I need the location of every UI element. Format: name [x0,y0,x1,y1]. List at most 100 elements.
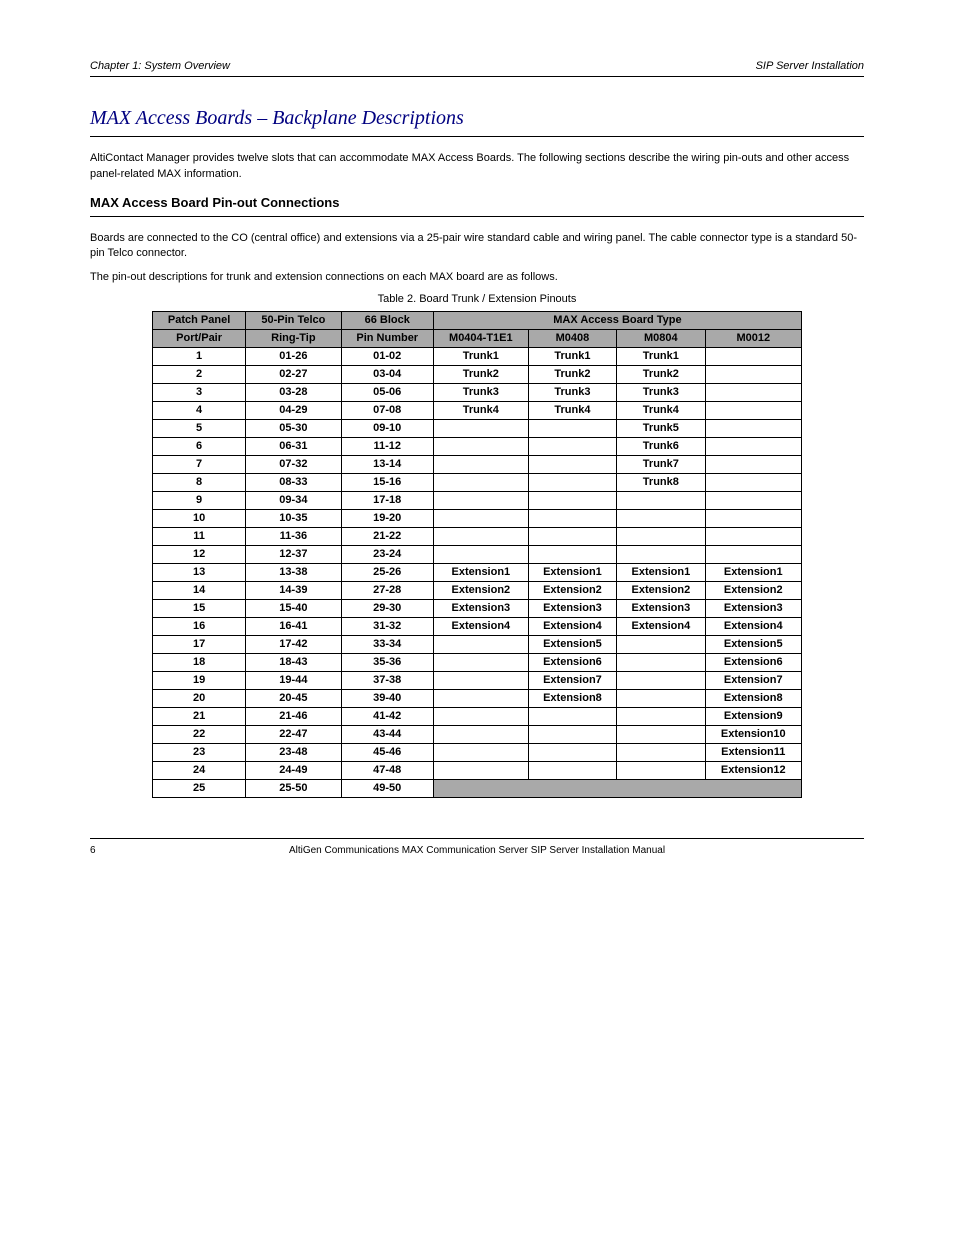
section-rule [90,136,864,137]
table-cell: 15 [153,600,246,618]
table-row: 909-3417-18 [153,492,802,510]
table-row: 1010-3519-20 [153,510,802,528]
table-cell [705,528,801,546]
table-cell: 45-46 [341,744,433,762]
table-cell [433,546,528,564]
header-left: Chapter 1: System Overview [90,60,230,72]
table-row: 2525-5049-50 [153,780,802,798]
table-row: 808-3315-16Trunk8 [153,474,802,492]
table-cell: 09-34 [246,492,341,510]
table-cell: 17-42 [246,636,341,654]
table-cell [705,456,801,474]
table-cell [705,384,801,402]
table-cell: 23 [153,744,246,762]
table-cell: Trunk7 [617,456,705,474]
page-footer: 6 AltiGen Communications MAX Communicati… [90,845,864,856]
table-cell: 27-28 [341,582,433,600]
table-cell [433,744,528,762]
table-cell: Trunk4 [433,402,528,420]
table-cell: 25-50 [246,780,341,798]
section-title: MAX Access Boards – Backplane Descriptio… [90,107,864,130]
th-port: Port/Pair [153,330,246,348]
table-cell [705,420,801,438]
table-cell: 10-35 [246,510,341,528]
table-cell: 04-29 [246,402,341,420]
table-cell: Extension9 [705,708,801,726]
table-cell: Extension4 [528,618,616,636]
table-cell: 12 [153,546,246,564]
table-cell: Extension1 [617,564,705,582]
table-cell [705,546,801,564]
table-cell [433,510,528,528]
table-cell: Extension8 [705,690,801,708]
table-cell: 14 [153,582,246,600]
table-cell: 35-36 [341,654,433,672]
footer-rule [90,838,864,839]
table-cell: 20-45 [246,690,341,708]
subsection-rule [90,216,864,217]
table-cell [705,492,801,510]
footer-spacer [834,845,864,856]
table-cell [528,762,616,780]
table-cell [528,708,616,726]
table-cell: 49-50 [341,780,433,798]
table-cell [433,438,528,456]
table-cell: Extension4 [433,618,528,636]
table-cell: Extension8 [528,690,616,708]
table-cell [617,546,705,564]
mab-paragraph-1: Boards are connected to the CO (central … [90,231,864,262]
table-cell: Extension1 [433,564,528,582]
table-cell [617,690,705,708]
table-cell: 2 [153,366,246,384]
table-cell: 15-16 [341,474,433,492]
table-row: 1313-3825-26Extension1Extension1Extensio… [153,564,802,582]
table-cell [617,654,705,672]
table-row: 1717-4233-34Extension5Extension5 [153,636,802,654]
table-cell: Extension5 [705,636,801,654]
table-cell [528,726,616,744]
table-cell: Trunk3 [528,384,616,402]
table-cell: 09-10 [341,420,433,438]
table-cell: 8 [153,474,246,492]
table-cell: Trunk2 [617,366,705,384]
subsection-title: MAX Access Board Pin-out Connections [90,195,864,210]
table-cell [617,762,705,780]
mab-paragraph-2: The pin-out descriptions for trunk and e… [90,270,864,285]
intro-paragraph: AltiContact Manager provides twelve slot… [90,151,864,183]
table-header-row-1: Patch Panel 50-Pin Telco 66 Block MAX Ac… [153,312,802,330]
table-cell: Trunk4 [617,402,705,420]
th-m0012: M0012 [705,330,801,348]
table-cell: Extension7 [705,672,801,690]
table-cell: Extension2 [528,582,616,600]
table-cell: Extension3 [433,600,528,618]
th-telco: 50-Pin Telco [246,312,341,330]
footer-center-text: AltiGen Communications MAX Communication… [120,845,834,856]
table-cell: 16-41 [246,618,341,636]
table-cell [528,528,616,546]
table-cell: 02-27 [246,366,341,384]
table-cell: 21-46 [246,708,341,726]
th-board-type: MAX Access Board Type [433,312,801,330]
table-cell: Extension3 [705,600,801,618]
table-row: 2121-4641-42Extension9 [153,708,802,726]
table-cell: 47-48 [341,762,433,780]
table-cell: 9 [153,492,246,510]
table-cell: Extension10 [705,726,801,744]
table-cell: 22-47 [246,726,341,744]
table-cell-shaded [433,780,801,798]
table-cell: 13-14 [341,456,433,474]
table-cell: 19-44 [246,672,341,690]
table-row: 1111-3621-22 [153,528,802,546]
th-block: 66 Block [341,312,433,330]
table-cell: Trunk2 [528,366,616,384]
table-cell: 07-32 [246,456,341,474]
table-cell: Extension1 [528,564,616,582]
table-cell [433,690,528,708]
table-cell [433,726,528,744]
table-cell: Extension1 [705,564,801,582]
table-cell [433,762,528,780]
table-cell [705,402,801,420]
table-cell: 15-40 [246,600,341,618]
table-cell: Trunk6 [617,438,705,456]
table-cell [528,744,616,762]
